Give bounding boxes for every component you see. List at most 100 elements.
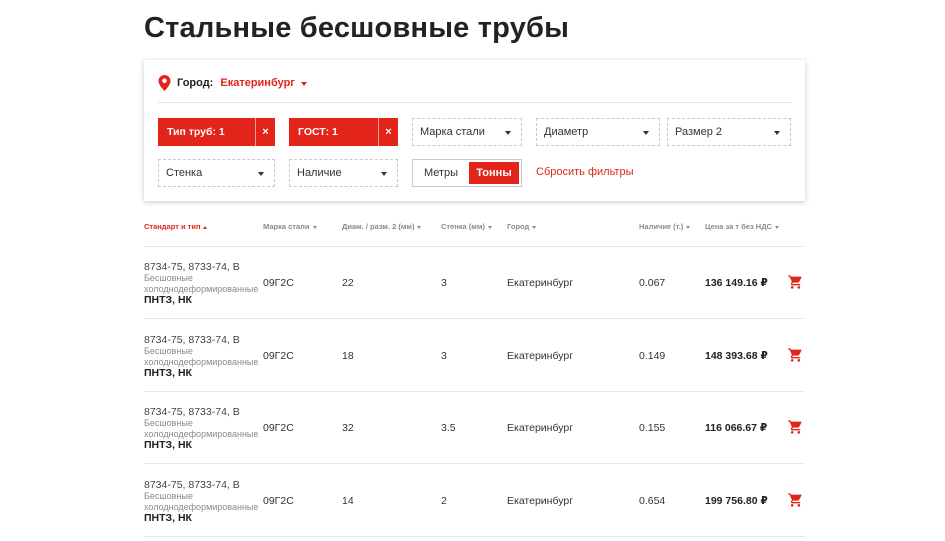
table-row: 8734-75, 8733-74, В Бесшовные холоднодеф… [144, 247, 805, 319]
column-label: Наличие (т.) [639, 222, 684, 231]
wall-thickness: 3.5 [441, 422, 456, 434]
city: Екатеринбург [507, 277, 574, 289]
wall-thickness: 3 [441, 350, 447, 362]
availability-select[interactable]: Наличие [289, 159, 398, 187]
select-label: Стенка [166, 167, 203, 179]
diameter: 18 [342, 350, 354, 362]
standard-code: 8734-75, 8733-74, В [144, 334, 240, 346]
stock: 0.654 [639, 495, 666, 507]
shopping-cart-icon[interactable] [787, 492, 804, 508]
manufacturer: ПНТЗ, НК [144, 512, 192, 524]
diameter: 32 [342, 422, 354, 434]
column-label: Диам. / разм. 2 (мм) [342, 222, 415, 231]
close-icon[interactable]: × [255, 118, 275, 146]
column-header-stock[interactable]: Наличие (т.) [639, 222, 691, 231]
sort-down-icon [774, 225, 779, 229]
chevron-down-icon [505, 131, 511, 135]
filter-panel: Город: Екатеринбург Тип труб: 1 × ГОСТ: … [144, 60, 805, 201]
wall-thickness: 2 [441, 495, 447, 507]
wall-select[interactable]: Стенка [158, 159, 275, 187]
manufacturer: ПНТЗ, НК [144, 367, 192, 379]
shopping-cart-icon[interactable] [787, 274, 804, 290]
unit-tons[interactable]: Тонны [469, 162, 519, 184]
select-label: Марка стали [420, 126, 485, 138]
column-header-wall[interactable]: Стенка (мм) [441, 222, 492, 231]
table-header: Стандарт и тип Марка стали Диам. / разм.… [144, 222, 805, 236]
pipe-type: Бесшовные холоднодеформированные [144, 418, 259, 439]
steel-grade: 09Г2С [263, 277, 294, 289]
sort-down-icon [312, 225, 317, 229]
sort-up-icon [203, 225, 208, 229]
price: 148 393.68 ₽ [705, 350, 768, 362]
standard-code: 8734-75, 8733-74, В [144, 479, 240, 491]
steel-grade: 09Г2С [263, 422, 294, 434]
sort-down-icon [487, 225, 492, 229]
chevron-down-icon [643, 131, 649, 135]
filter-chip-gost[interactable]: ГОСТ: 1 × [289, 118, 398, 146]
diameter-select[interactable]: Диаметр [536, 118, 660, 146]
standard-code: 8734-75, 8733-74, В [144, 406, 240, 418]
wall-thickness: 3 [441, 277, 447, 289]
pipe-type: Бесшовные холоднодеформированные [144, 491, 259, 512]
chevron-down-icon [300, 82, 307, 86]
table-row: 8734-75, 8733-74, В Бесшовные холоднодеф… [144, 392, 805, 464]
column-label: Стандарт и тип [144, 222, 201, 231]
city-value: Екатеринбург [220, 77, 295, 89]
column-label: Цена за т без НДС [705, 222, 772, 231]
steel-grade-select[interactable]: Марка стали [412, 118, 522, 146]
steel-grade: 09Г2С [263, 350, 294, 362]
divider [158, 102, 791, 103]
stock: 0.067 [639, 277, 666, 289]
price: 116 066.67 ₽ [705, 422, 768, 434]
table-row: 8734-75, 8733-74, В Бесшовные холоднодеф… [144, 465, 805, 537]
select-label: Диаметр [544, 126, 589, 138]
steel-grade: 09Г2С [263, 495, 294, 507]
column-header-price[interactable]: Цена за т без НДС [705, 222, 779, 231]
sort-down-icon [532, 225, 537, 229]
shopping-cart-icon[interactable] [787, 347, 804, 363]
manufacturer: ПНТЗ, НК [144, 439, 192, 451]
chip-label: ГОСТ: 1 [298, 126, 338, 138]
map-pin-icon [158, 75, 171, 91]
pipe-type: Бесшовные холоднодеформированные [144, 273, 259, 294]
sort-down-icon [686, 225, 691, 229]
page-title: Стальные бесшовные трубы [144, 12, 570, 44]
chevron-down-icon [258, 172, 264, 176]
shopping-cart-icon[interactable] [787, 419, 804, 435]
close-icon[interactable]: × [378, 118, 398, 146]
diameter: 14 [342, 495, 354, 507]
stock: 0.149 [639, 350, 666, 362]
pipe-type: Бесшовные холоднодеформированные [144, 346, 259, 367]
unit-toggle: Метры Тонны [412, 159, 522, 187]
stock: 0.155 [639, 422, 666, 434]
city: Екатеринбург [507, 422, 574, 434]
sort-down-icon [417, 225, 422, 229]
unit-meters[interactable]: Метры [413, 160, 469, 186]
price: 199 756.80 ₽ [705, 495, 768, 507]
column-label: Город [507, 222, 530, 231]
city: Екатеринбург [507, 495, 574, 507]
diameter: 22 [342, 277, 354, 289]
table-row: 8734-75, 8733-74, В Бесшовные холоднодеф… [144, 320, 805, 392]
city-label: Город: [177, 77, 214, 89]
price: 136 149.16 ₽ [705, 277, 768, 289]
chip-label: Тип труб: 1 [167, 126, 225, 138]
select-label: Размер 2 [675, 126, 722, 138]
chevron-down-icon [381, 172, 387, 176]
column-header-city[interactable]: Город [507, 222, 537, 231]
column-header-standard[interactable]: Стандарт и тип [144, 222, 208, 231]
manufacturer: ПНТЗ, НК [144, 294, 192, 306]
column-label: Стенка (мм) [441, 222, 485, 231]
size2-select[interactable]: Размер 2 [667, 118, 791, 146]
standard-code: 8734-75, 8733-74, В [144, 261, 240, 273]
column-label: Марка стали [263, 222, 310, 231]
chevron-down-icon [774, 131, 780, 135]
city-selector: Город: Екатеринбург [158, 74, 307, 92]
column-header-diameter[interactable]: Диам. / разм. 2 (мм) [342, 222, 422, 231]
city-dropdown[interactable]: Екатеринбург [220, 77, 307, 89]
column-header-grade[interactable]: Марка стали [263, 222, 317, 231]
filter-chip-pipe-type[interactable]: Тип труб: 1 × [158, 118, 275, 146]
city: Екатеринбург [507, 350, 574, 362]
select-label: Наличие [297, 167, 342, 179]
reset-filters-link[interactable]: Сбросить фильтры [536, 166, 634, 178]
